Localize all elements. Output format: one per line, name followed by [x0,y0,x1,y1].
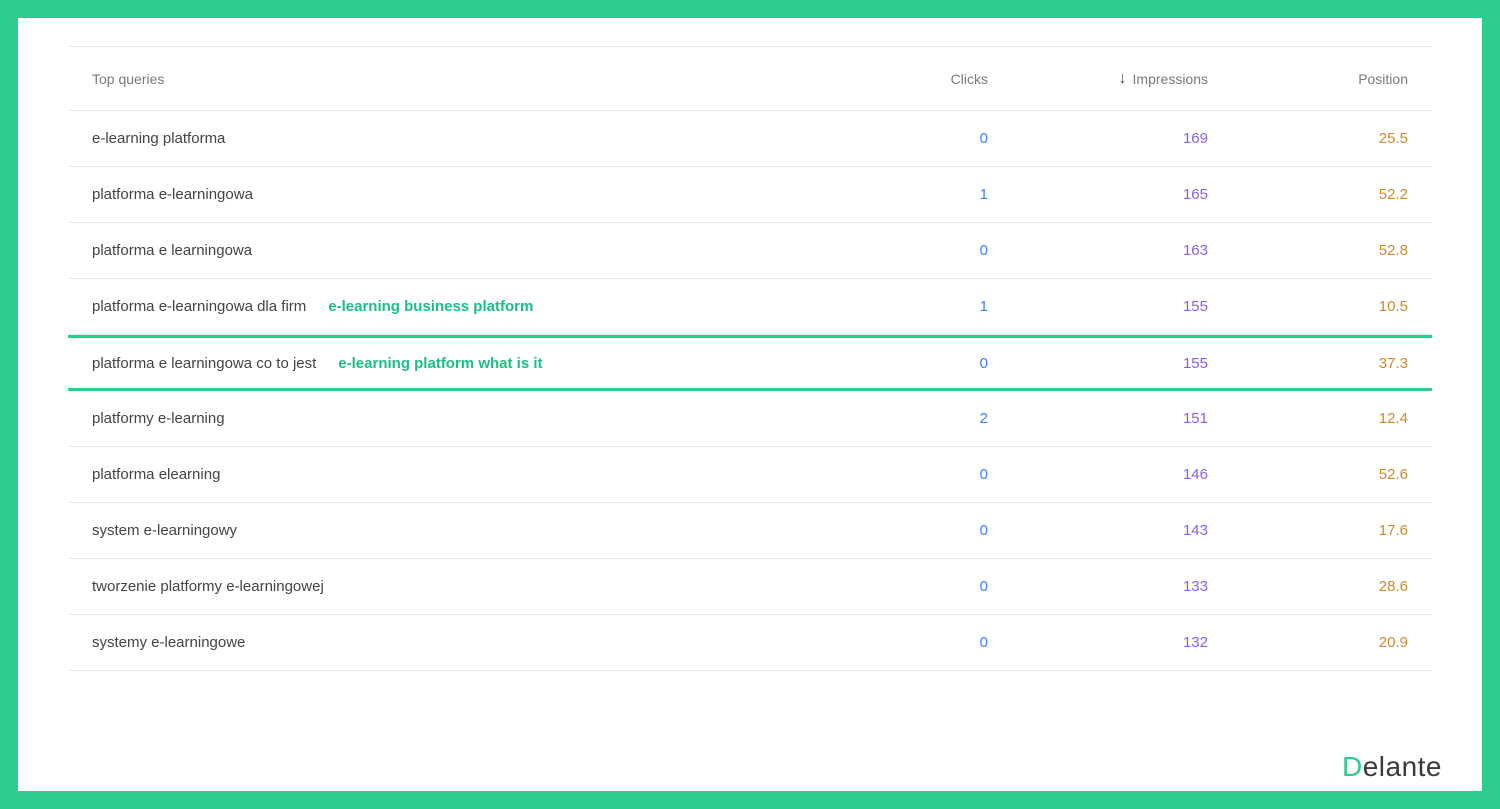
query-cell: systemy e-learningowe [92,634,838,651]
query-cell: platforma e-learningowa dla firm e-learni… [92,298,838,315]
position-cell: 20.9 [1208,634,1408,651]
clicks-cell: 0 [838,242,988,259]
clicks-cell: 0 [838,130,988,147]
impressions-cell: 163 [988,242,1208,259]
clicks-cell: 0 [838,634,988,651]
position-cell: 25.5 [1208,130,1408,147]
position-cell: 52.8 [1208,242,1408,259]
table-row[interactable]: system e-learningowy 014317.6 [68,503,1432,559]
query-cell: tworzenie platformy e-learningowej [92,578,838,595]
position-cell: 52.2 [1208,186,1408,203]
table-row[interactable]: platforma elearning 014652.6 [68,447,1432,503]
header-clicks-label: Clicks [951,71,988,87]
report-frame: Top queries Clicks ↓ Impressions Positio… [0,0,1500,809]
query-cell: platformy e-learning [92,410,838,427]
clicks-cell: 0 [838,355,988,372]
query-text[interactable]: platforma e learningowa co to jest [92,355,316,372]
clicks-cell: 0 [838,578,988,595]
brand-logo: Delante [1342,751,1442,783]
table-header-row: Top queries Clicks ↓ Impressions Positio… [68,47,1432,111]
sort-desc-icon: ↓ [1119,70,1127,88]
header-impressions-label: Impressions [1133,71,1208,87]
position-cell: 28.6 [1208,578,1408,595]
clicks-cell: 1 [838,186,988,203]
table-row[interactable]: platforma e learningowa 016352.8 [68,223,1432,279]
query-text[interactable]: platforma e learningowa [92,242,252,259]
impressions-cell: 169 [988,130,1208,147]
clicks-cell: 0 [838,466,988,483]
query-cell: platforma e learningowa co to jest e-lear… [92,355,838,372]
clicks-cell: 2 [838,410,988,427]
impressions-cell: 155 [988,298,1208,315]
query-annotation: e-learning platform what is it [338,355,542,372]
header-position[interactable]: Position [1208,71,1408,87]
impressions-cell: 143 [988,522,1208,539]
query-text[interactable]: system e-learningowy [92,522,237,539]
table-row[interactable]: platforma e-learningowa dla firm e-learni… [68,279,1432,335]
query-text[interactable]: platforma elearning [92,466,220,483]
header-query-label: Top queries [92,71,164,87]
query-text[interactable]: tworzenie platformy e-learningowej [92,578,324,595]
position-cell: 52.6 [1208,466,1408,483]
query-text[interactable]: platforma e-learningowa dla firm [92,298,306,315]
position-cell: 17.6 [1208,522,1408,539]
brand-rest: elante [1363,751,1442,782]
table-row[interactable]: tworzenie platformy e-learningowej 013328… [68,559,1432,615]
clicks-cell: 0 [838,522,988,539]
queries-table: Top queries Clicks ↓ Impressions Positio… [68,46,1432,671]
impressions-cell: 146 [988,466,1208,483]
impressions-cell: 132 [988,634,1208,651]
query-cell: platforma elearning [92,466,838,483]
brand-d: D [1342,751,1363,782]
position-cell: 10.5 [1208,298,1408,315]
clicks-cell: 1 [838,298,988,315]
header-top-queries[interactable]: Top queries [92,71,838,87]
impressions-cell: 133 [988,578,1208,595]
impressions-cell: 151 [988,410,1208,427]
query-cell: system e-learningowy [92,522,838,539]
table-row[interactable]: platforma e learningowa co to jest e-lear… [68,335,1432,391]
query-annotation: e-learning business platform [328,298,533,315]
header-clicks[interactable]: Clicks [838,71,988,87]
query-text[interactable]: systemy e-learningowe [92,634,245,651]
query-cell: e-learning platforma [92,130,838,147]
position-cell: 12.4 [1208,410,1408,427]
impressions-cell: 165 [988,186,1208,203]
table-row[interactable]: e-learning platforma 016925.5 [68,111,1432,167]
query-text[interactable]: platforma e-learningowa [92,186,253,203]
impressions-cell: 155 [988,355,1208,372]
table-row[interactable]: platforma e-learningowa 116552.2 [68,167,1432,223]
query-text[interactable]: platformy e-learning [92,410,225,427]
query-cell: platforma e-learningowa [92,186,838,203]
query-cell: platforma e learningowa [92,242,838,259]
header-impressions[interactable]: ↓ Impressions [988,70,1208,88]
table-row[interactable]: platformy e-learning 215112.4 [68,391,1432,447]
query-text[interactable]: e-learning platforma [92,130,225,147]
position-cell: 37.3 [1208,355,1408,372]
header-position-label: Position [1358,71,1408,87]
table-row[interactable]: systemy e-learningowe 013220.9 [68,615,1432,671]
